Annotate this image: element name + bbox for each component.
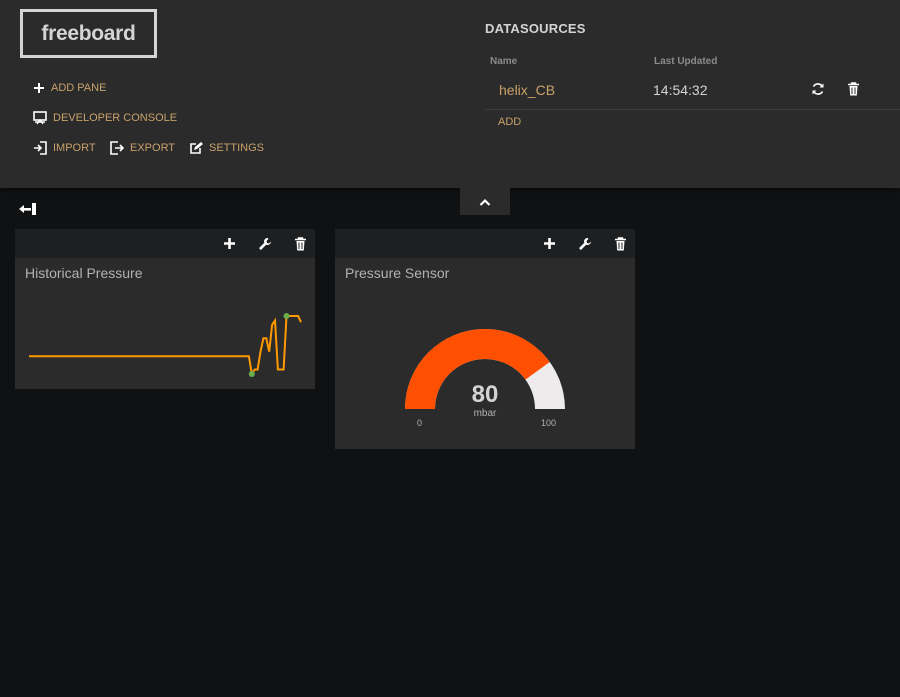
refresh-icon[interactable] xyxy=(811,82,825,96)
pane-pressure-sensor: Pressure Sensor 80 mbar 0 100 xyxy=(335,229,635,449)
chevron-up-icon xyxy=(479,198,491,206)
column-header-name: Name xyxy=(490,56,518,67)
admin-bar: freeboard ADD PANE DEVELOPER CONSOLE IMP… xyxy=(0,0,900,188)
gauge-min-label: 0 xyxy=(417,418,423,428)
trash-icon[interactable] xyxy=(847,82,860,96)
export-button[interactable]: EXPORT xyxy=(110,141,175,155)
settings-label: SETTINGS xyxy=(209,141,265,154)
datasource-row: helix_CB 14:54:32 xyxy=(485,72,900,110)
pane-historical-pressure: Historical Pressure xyxy=(15,229,315,389)
datasource-last-updated: 14:54:32 xyxy=(653,82,708,98)
sparkline-chart xyxy=(29,313,302,377)
gauge-max-label: 100 xyxy=(541,418,557,428)
gauge-value: 80 xyxy=(471,381,499,408)
monitor-icon xyxy=(33,111,47,125)
developer-console-button[interactable]: DEVELOPER CONSOLE xyxy=(33,111,177,125)
wrench-icon[interactable] xyxy=(258,237,272,251)
plus-icon xyxy=(34,83,44,93)
column-header-last-updated: Last Updated xyxy=(654,56,718,67)
sparkline-max-marker xyxy=(283,313,290,319)
export-icon xyxy=(110,141,124,155)
trash-icon[interactable] xyxy=(294,237,307,251)
toggle-header-button[interactable] xyxy=(460,188,510,215)
datasources-title: DATASOURCES xyxy=(485,21,586,36)
import-button[interactable]: IMPORT xyxy=(33,141,96,155)
export-label: EXPORT xyxy=(130,142,176,154)
developer-console-label: DEVELOPER CONSOLE xyxy=(53,112,178,124)
sparkline-series xyxy=(29,315,302,377)
import-icon xyxy=(34,141,47,155)
add-widget-icon[interactable] xyxy=(223,237,236,250)
sparkline-min-marker xyxy=(248,371,255,377)
add-pane-label: ADD PANE xyxy=(51,82,107,94)
add-pane-button[interactable]: ADD PANE xyxy=(33,82,106,94)
edit-icon xyxy=(190,142,203,154)
datasource-name[interactable]: helix_CB xyxy=(499,82,555,98)
pane-header xyxy=(15,229,315,258)
gauge-units: mbar xyxy=(473,408,497,419)
app-logo: freeboard xyxy=(20,9,157,58)
add-datasource-button[interactable]: ADD xyxy=(498,116,521,128)
collapse-panel-icon[interactable] xyxy=(18,202,38,216)
import-label: IMPORT xyxy=(53,142,96,154)
settings-button[interactable]: SETTINGS xyxy=(190,141,264,154)
